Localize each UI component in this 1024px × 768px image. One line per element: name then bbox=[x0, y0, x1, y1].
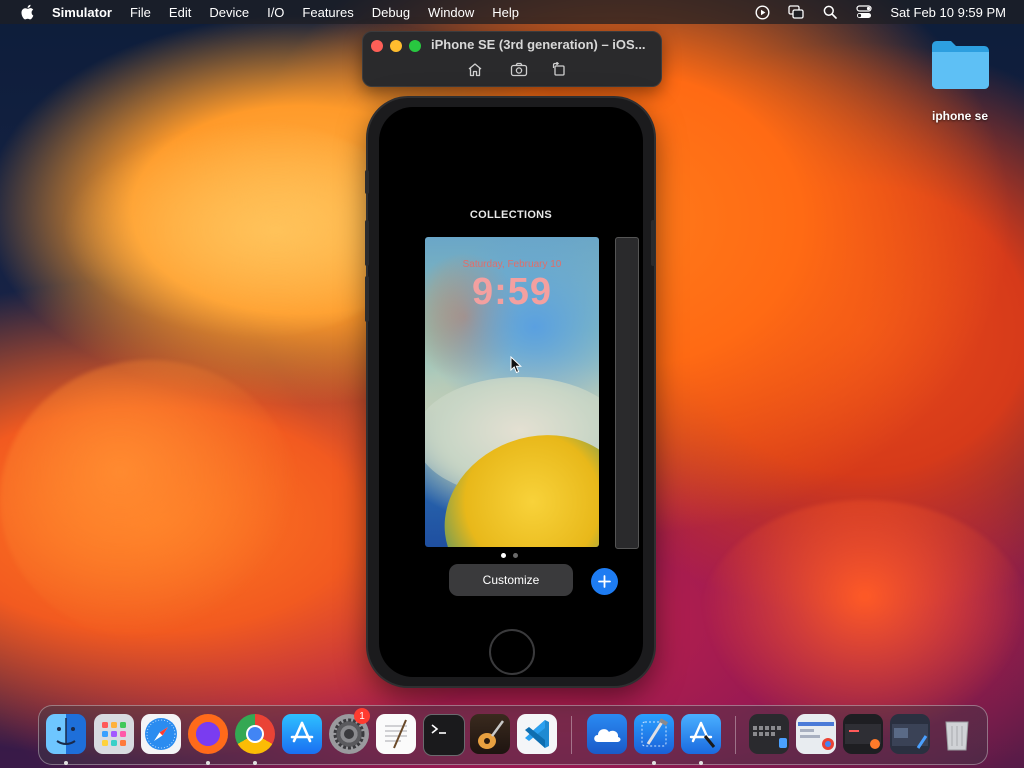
home-icon[interactable] bbox=[465, 60, 485, 78]
menu-bar-status-area: Sat Feb 10 9:59 PM bbox=[736, 0, 1006, 24]
finder-icon[interactable] bbox=[46, 714, 86, 754]
firefox-icon[interactable] bbox=[188, 714, 228, 754]
desktop-folder-label: iphone se bbox=[931, 109, 988, 123]
side-button[interactable] bbox=[651, 220, 655, 266]
folder-icon bbox=[932, 41, 989, 89]
dock-separator bbox=[571, 716, 572, 754]
dock-separator bbox=[735, 716, 736, 754]
desktop-folder[interactable]: iphone se bbox=[925, 38, 995, 123]
lock-screen-wallpaper-card[interactable]: Saturday, February 10 9:59 bbox=[425, 237, 599, 547]
chrome-icon[interactable] bbox=[235, 714, 275, 754]
menu-device[interactable]: Device bbox=[209, 5, 249, 20]
volume-up-button[interactable] bbox=[365, 220, 369, 266]
volume-down-button[interactable] bbox=[365, 276, 369, 322]
lock-screen-date: Saturday, February 10 bbox=[462, 259, 562, 270]
collections-title: COLLECTIONS bbox=[469, 209, 553, 221]
simulator-window-title: iPhone SE (3rd generation) – iOS... bbox=[431, 37, 646, 52]
vscode-icon[interactable] bbox=[517, 714, 557, 754]
menu-edit[interactable]: Edit bbox=[169, 5, 191, 20]
zoom-window-button[interactable] bbox=[409, 40, 421, 52]
menu-window[interactable]: Window bbox=[428, 5, 474, 20]
terminal-icon[interactable] bbox=[423, 714, 465, 756]
running-indicator bbox=[206, 761, 210, 765]
plus-icon bbox=[598, 575, 611, 588]
rotate-icon[interactable] bbox=[549, 60, 569, 78]
customize-button[interactable]: Customize bbox=[449, 564, 573, 596]
window-thumbnail-icon[interactable] bbox=[843, 714, 883, 754]
home-button[interactable] bbox=[489, 629, 535, 675]
menu-file[interactable]: File bbox=[130, 5, 151, 20]
running-indicator bbox=[652, 761, 656, 765]
wallpaper-highlight bbox=[0, 360, 300, 640]
menu-help[interactable]: Help bbox=[492, 5, 519, 20]
menu-io[interactable]: I/O bbox=[267, 5, 284, 20]
icloud-icon[interactable] bbox=[587, 714, 627, 754]
textedit-icon[interactable] bbox=[376, 714, 416, 754]
app-store-icon[interactable] bbox=[282, 714, 322, 754]
launchpad-icon[interactable] bbox=[94, 714, 134, 754]
page-indicator[interactable] bbox=[501, 553, 525, 558]
running-indicator bbox=[699, 761, 703, 765]
wallpaper-highlight bbox=[700, 500, 1024, 740]
silent-switch bbox=[365, 170, 369, 194]
simulator-window-toolbar: iPhone SE (3rd generation) – iOS... bbox=[362, 31, 662, 87]
xcode-icon[interactable] bbox=[634, 714, 674, 754]
minimize-window-button[interactable] bbox=[390, 40, 402, 52]
close-window-button[interactable] bbox=[371, 40, 383, 52]
menu-bar: Simulator File Edit Device I/O Features … bbox=[0, 0, 1024, 24]
iphone-screen: COLLECTIONS Saturday, February 10 9:59 C… bbox=[379, 107, 643, 677]
running-indicator bbox=[253, 761, 257, 765]
menu-bar-clock[interactable]: Sat Feb 10 9:59 PM bbox=[890, 5, 1006, 20]
mouse-pointer-icon bbox=[510, 356, 522, 374]
menu-app-name[interactable]: Simulator bbox=[52, 5, 112, 20]
screen-recording-icon[interactable] bbox=[754, 4, 770, 20]
screen-mirroring-icon[interactable] bbox=[788, 4, 805, 20]
page-dot-active bbox=[501, 553, 506, 558]
screenshot-icon[interactable] bbox=[509, 60, 529, 78]
trash-icon[interactable] bbox=[937, 714, 977, 754]
add-wallpaper-button[interactable] bbox=[591, 568, 618, 595]
next-wallpaper-card[interactable] bbox=[615, 237, 639, 549]
lock-screen-time: 9:59 bbox=[471, 271, 553, 313]
safari-icon[interactable] bbox=[141, 714, 181, 754]
apple-logo-icon[interactable] bbox=[20, 4, 34, 20]
dock bbox=[38, 705, 988, 765]
menu-debug[interactable]: Debug bbox=[372, 5, 410, 20]
window-thumbnail-icon[interactable] bbox=[796, 714, 836, 754]
window-thumbnail-icon[interactable] bbox=[890, 714, 930, 754]
running-indicator bbox=[64, 761, 68, 765]
spotlight-search-icon[interactable] bbox=[822, 4, 838, 20]
notification-badge: 1 bbox=[354, 708, 370, 724]
garageband-icon[interactable] bbox=[470, 714, 510, 754]
menu-features[interactable]: Features bbox=[302, 5, 353, 20]
simulator-icon[interactable] bbox=[681, 714, 721, 754]
page-dot bbox=[513, 553, 518, 558]
window-thumbnail-icon[interactable] bbox=[749, 714, 789, 754]
control-center-icon[interactable] bbox=[856, 4, 872, 20]
